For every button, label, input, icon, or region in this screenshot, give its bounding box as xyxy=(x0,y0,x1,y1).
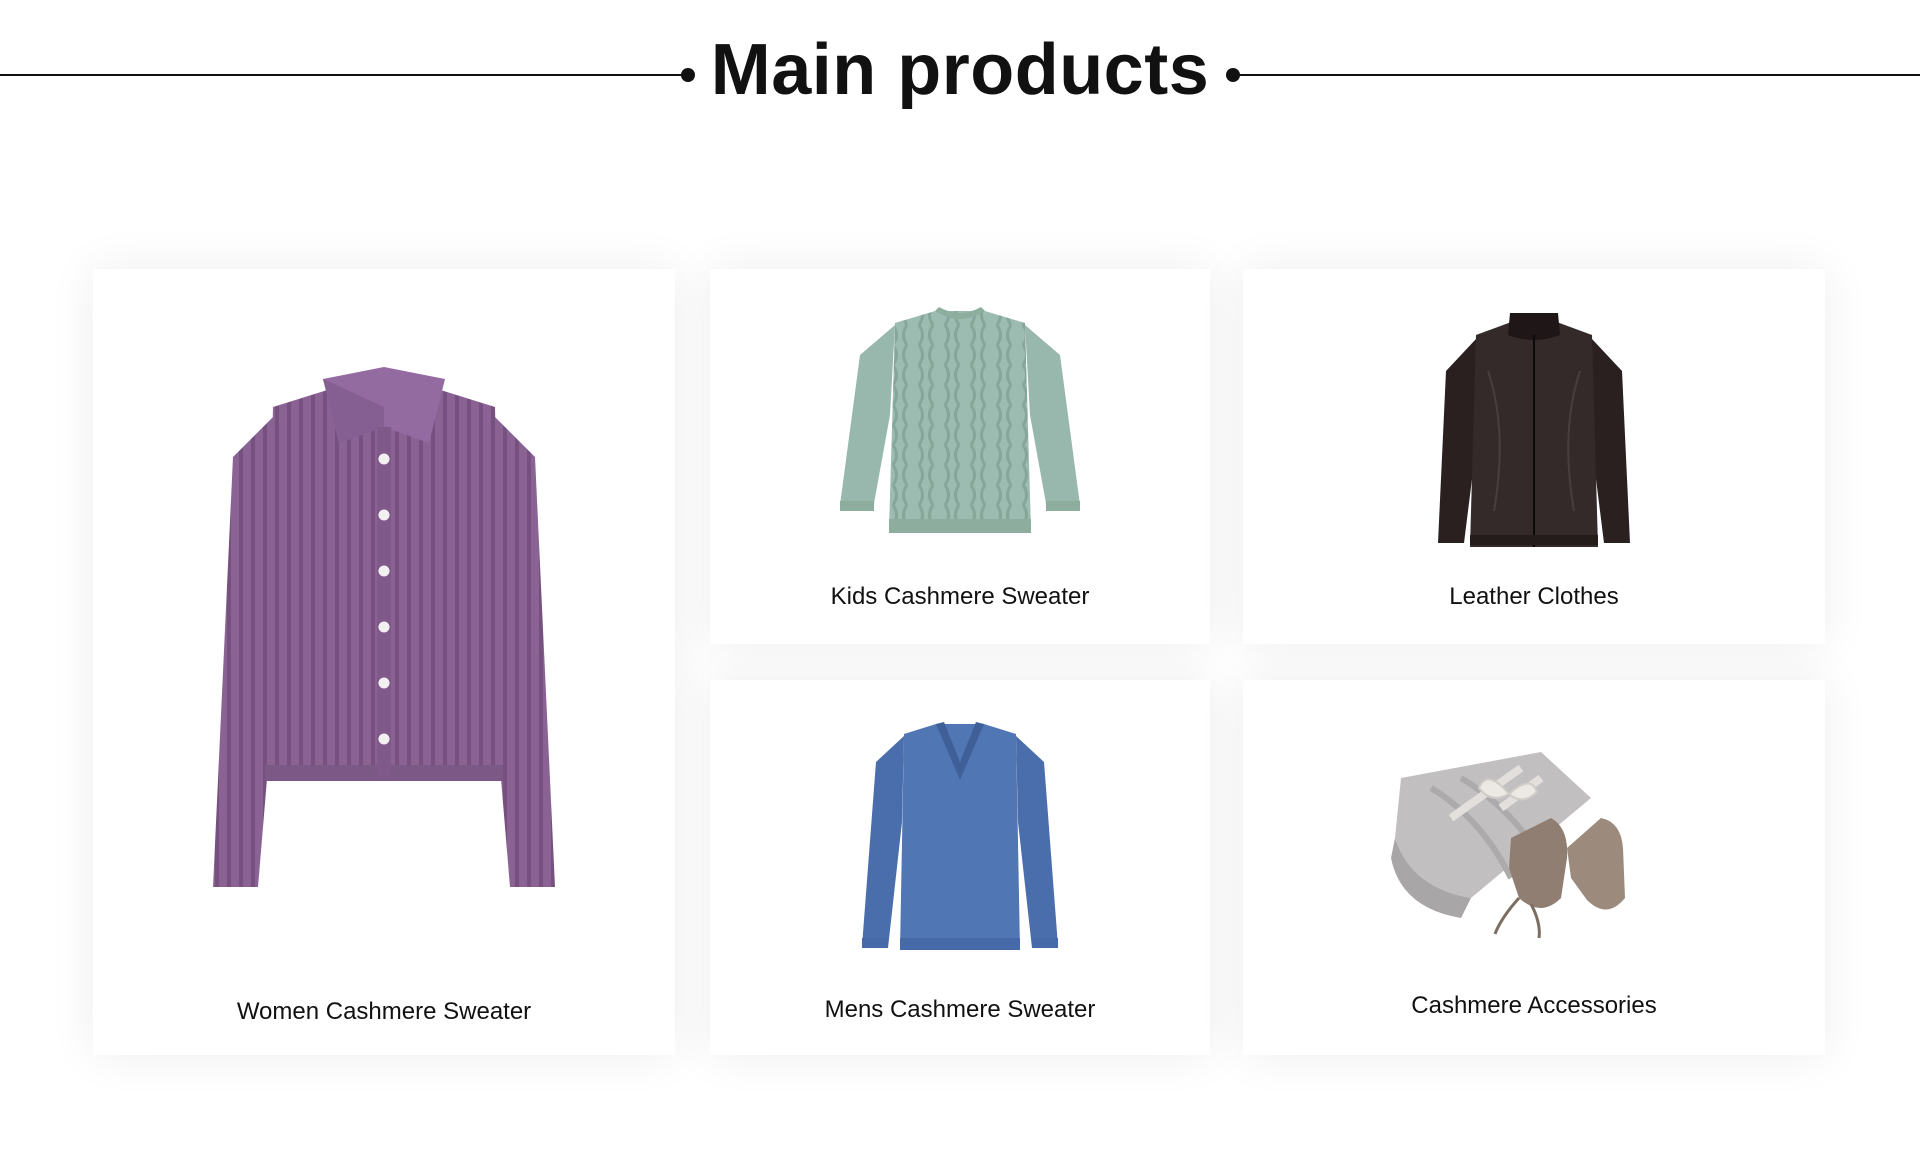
product-label: Women Cashmere Sweater xyxy=(236,998,532,1025)
product-card-cashmere-accessories[interactable]: Cashmere Accessories xyxy=(1243,680,1825,1055)
section-title: Main products xyxy=(710,30,1210,110)
product-card-kids-cashmere-sweater[interactable]: Kids Cashmere Sweater xyxy=(710,269,1210,644)
heading-divider-left xyxy=(0,74,688,76)
product-label: Kids Cashmere Sweater xyxy=(830,583,1090,610)
product-label: Leather Clothes xyxy=(1449,583,1619,610)
mint-cable-sweater-image xyxy=(840,307,1080,533)
blue-vneck-sweater-image xyxy=(862,722,1058,950)
heading-divider-right xyxy=(1233,74,1920,76)
product-card-leather-clothes[interactable]: Leather Clothes xyxy=(1243,269,1825,644)
heading-dot-left xyxy=(681,68,695,82)
product-card-mens-cashmere-sweater[interactable]: Mens Cashmere Sweater xyxy=(710,680,1210,1055)
blanket-and-booties-image xyxy=(1391,752,1625,939)
product-card-women-cashmere-sweater[interactable]: Women Cashmere Sweater xyxy=(93,269,675,1055)
product-label: Mens Cashmere Sweater xyxy=(824,996,1096,1023)
black-leather-jacket-image xyxy=(1438,313,1630,547)
product-label: Cashmere Accessories xyxy=(1411,992,1657,1019)
purple-cardigan-image xyxy=(213,367,555,887)
section-heading: Main products xyxy=(0,0,1920,150)
